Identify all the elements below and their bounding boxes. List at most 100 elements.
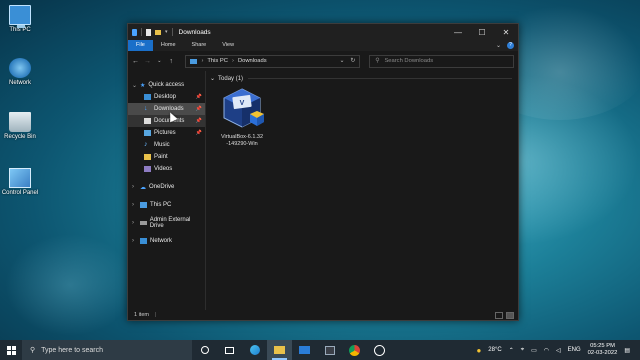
nav-item-onedrive[interactable]: › ☁ OneDrive: [128, 181, 205, 193]
chevron-right-icon[interactable]: ›: [132, 184, 140, 190]
chevron-right-icon[interactable]: ›: [132, 202, 140, 208]
notifications-icon[interactable]: ▤: [624, 347, 630, 354]
chevron-down-icon[interactable]: ⌄: [339, 58, 344, 64]
nav-label: Paint: [154, 154, 168, 160]
folder-icon: [144, 154, 151, 160]
pin-icon[interactable]: [132, 28, 137, 36]
nav-item-documents[interactable]: Documents 📌: [128, 115, 205, 127]
desktop-icon-this-pc[interactable]: This PC: [0, 5, 40, 33]
download-icon: ↓: [144, 105, 148, 112]
start-button[interactable]: [0, 340, 22, 360]
weather-temp[interactable]: 28°C: [488, 347, 501, 353]
taskbar-chrome[interactable]: [342, 340, 367, 360]
wifi-icon[interactable]: ◠: [544, 347, 549, 354]
music-icon: ♪: [144, 141, 148, 148]
group-header[interactable]: ⌄ Today (1): [210, 75, 243, 83]
maximize-button[interactable]: ☐: [470, 24, 494, 40]
new-folder-icon[interactable]: [155, 29, 161, 35]
battery-icon[interactable]: ▭: [531, 347, 537, 354]
tab-share[interactable]: Share: [184, 40, 215, 51]
location-icon[interactable]: ⌖: [521, 347, 524, 354]
recent-locations-icon[interactable]: ⌄: [156, 58, 163, 64]
help-icon[interactable]: ?: [507, 42, 514, 49]
desktop-icon-recycle-bin[interactable]: Recycle Bin: [0, 112, 40, 140]
file-item[interactable]: V VirtualBox-6.1.32 -149290-Win: [216, 86, 268, 148]
tab-file[interactable]: File: [128, 40, 153, 51]
pin-icon: 📌: [195, 94, 202, 100]
nav-item-paint[interactable]: Paint: [128, 151, 205, 163]
store-icon: [324, 345, 335, 355]
address-row: ← → ⌄ ↑ › This PC › Downloads ⌄ ↻ ⚲ Sear…: [128, 51, 518, 71]
nav-label: This PC: [150, 202, 172, 208]
tab-home[interactable]: Home: [153, 40, 184, 51]
nav-item-external-drive[interactable]: › Admin External Drive: [128, 217, 205, 229]
cortana-button[interactable]: [192, 340, 217, 360]
computer-icon: [9, 5, 31, 28]
customize-toolbar-icon[interactable]: ▾: [165, 29, 168, 35]
weather-icon[interactable]: ●: [476, 346, 481, 355]
chevron-up-icon[interactable]: ⌃: [509, 347, 514, 354]
nav-label: Network: [150, 238, 173, 244]
breadcrumb-downloads[interactable]: Downloads: [238, 58, 267, 64]
edge-icon: [249, 345, 260, 355]
ribbon-tabs: File Home Share View ⌄ ?: [128, 40, 518, 51]
nav-item-network[interactable]: › Network: [128, 235, 205, 247]
file-list[interactable]: ⌄ Today (1) V VirtualBox-6.1.32 -149290-…: [206, 71, 518, 310]
desktop-icon-label: Network: [8, 80, 31, 86]
nav-quick-access[interactable]: ⌄ ★ Quick access: [128, 79, 205, 91]
close-button[interactable]: ✕: [494, 24, 518, 40]
expand-ribbon-icon[interactable]: ⌄: [496, 42, 501, 49]
nav-item-desktop[interactable]: Desktop 📌: [128, 91, 205, 103]
search-placeholder: Search Downloads: [384, 58, 434, 64]
desktop-icon-control-panel[interactable]: Control Panel: [0, 168, 40, 196]
quick-access-toolbar: ▾: [132, 28, 173, 36]
network-icon: [140, 238, 147, 244]
separator: [141, 28, 142, 36]
refresh-icon[interactable]: ↻: [350, 58, 355, 64]
chevron-down-icon[interactable]: ⌄: [132, 82, 140, 89]
clock[interactable]: 05:25 PM 02-03-2022: [588, 343, 618, 357]
star-icon: ★: [140, 82, 146, 89]
large-icons-view-button[interactable]: [506, 311, 514, 319]
search-input[interactable]: ⚲ Search Downloads: [369, 54, 514, 68]
drive-icon: [139, 221, 147, 225]
network-icon: [9, 58, 31, 78]
taskbar-app[interactable]: [367, 340, 392, 360]
pin-icon: 📌: [195, 106, 202, 112]
forward-button[interactable]: →: [144, 58, 151, 65]
nav-item-music[interactable]: ♪ Music: [128, 139, 205, 151]
language-indicator[interactable]: ENG: [568, 347, 581, 353]
taskbar-edge[interactable]: [242, 340, 267, 360]
app-icon: [374, 344, 385, 356]
nav-label: Quick access: [148, 82, 185, 88]
taskbar-mail[interactable]: [292, 340, 317, 360]
nav-item-this-pc[interactable]: › This PC: [128, 199, 205, 211]
taskbar-store[interactable]: [317, 340, 342, 360]
nav-label: Videos: [154, 166, 173, 172]
minimize-button[interactable]: —: [446, 24, 470, 40]
nav-item-pictures[interactable]: Pictures 📌: [128, 127, 205, 139]
task-view-button[interactable]: [217, 340, 242, 360]
chrome-icon: [349, 344, 360, 356]
chevron-right-icon[interactable]: ›: [132, 238, 140, 244]
divider: [248, 78, 512, 79]
status-bar: 1 item |: [128, 310, 518, 320]
up-button[interactable]: ↑: [168, 58, 175, 65]
cloud-icon: ☁: [140, 184, 146, 191]
nav-item-videos[interactable]: Videos: [128, 163, 205, 175]
volume-icon[interactable]: ◁: [556, 347, 561, 354]
address-bar[interactable]: › This PC › Downloads ⌄ ↻: [185, 54, 361, 68]
details-view-button[interactable]: [495, 311, 503, 319]
tab-view[interactable]: View: [214, 40, 242, 51]
desktop-icon-label: Recycle Bin: [4, 134, 36, 140]
taskbar-file-explorer[interactable]: [267, 340, 292, 360]
title-bar[interactable]: ▾ Downloads — ☐ ✕: [128, 24, 518, 40]
back-button[interactable]: ←: [132, 58, 139, 65]
properties-icon[interactable]: [146, 28, 151, 36]
chevron-right-icon[interactable]: ›: [132, 220, 140, 226]
taskbar-search-input[interactable]: ⚲ Type here to search: [22, 340, 192, 360]
desktop-icon-network[interactable]: Network: [0, 58, 40, 86]
separator: [171, 28, 173, 36]
file-name: -149290-Win: [226, 141, 258, 147]
breadcrumb-this-pc[interactable]: This PC: [207, 58, 228, 64]
